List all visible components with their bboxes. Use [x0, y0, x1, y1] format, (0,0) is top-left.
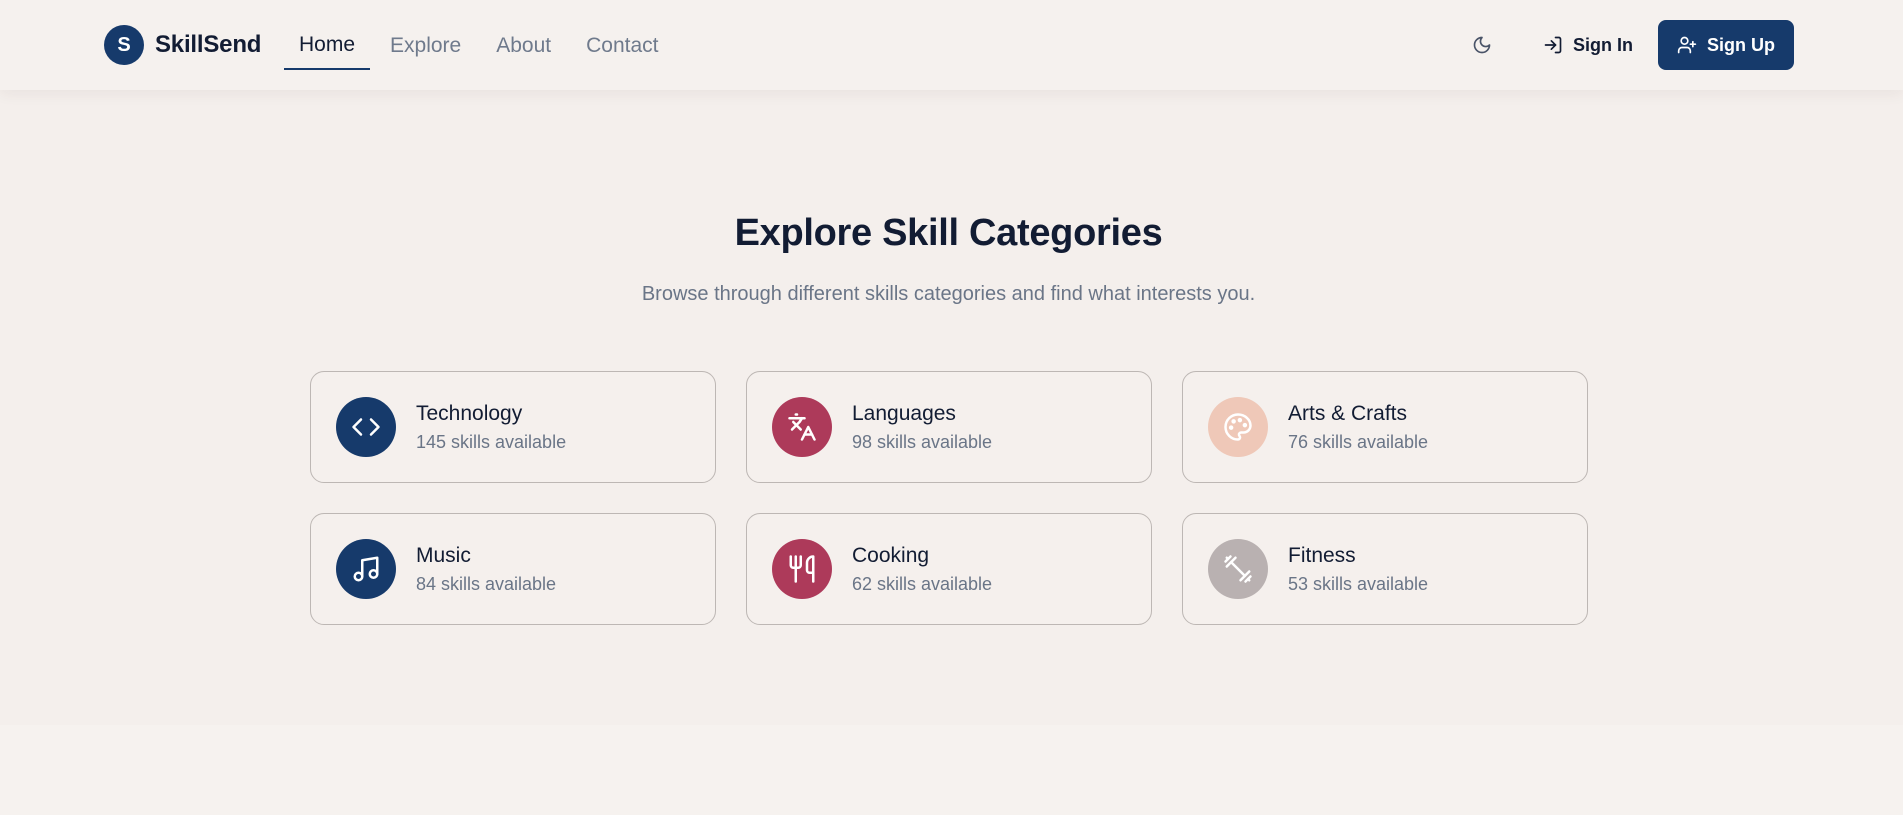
code-icon	[336, 397, 396, 457]
category-count: 76 skills available	[1288, 431, 1429, 452]
category-name: Technology	[416, 401, 523, 425]
palette-icon	[1208, 397, 1268, 457]
category-count: 62 skills available	[852, 573, 993, 594]
category-name: Music	[416, 543, 471, 567]
category-count: 53 skills available	[1288, 573, 1429, 594]
sign-up-label: Sign Up	[1707, 34, 1775, 55]
dumbbell-icon	[1208, 539, 1268, 599]
category-card-arts-crafts[interactable]: Arts & Crafts 76 skills available	[1182, 371, 1588, 483]
brand-logo: S	[104, 25, 144, 65]
section-subtitle: Browse through different skills categori…	[641, 283, 1256, 305]
utensils-icon	[772, 539, 832, 599]
category-count: 145 skills available	[416, 431, 567, 452]
sign-in-label: Sign In	[1573, 34, 1633, 55]
sign-in-button[interactable]: Sign In	[1530, 25, 1646, 65]
nav-link-explore[interactable]: Explore	[375, 22, 476, 70]
category-name: Arts & Crafts	[1288, 401, 1408, 425]
section-title: Explore Skill Categories	[734, 212, 1163, 254]
music-icon	[336, 539, 396, 599]
category-card-technology[interactable]: Technology 145 skills available	[310, 371, 716, 483]
category-card-cooking[interactable]: Cooking 62 skills available	[746, 513, 1152, 625]
moon-icon	[1473, 36, 1491, 54]
user-plus-icon	[1677, 36, 1697, 54]
top-navbar: S SkillSend Home Explore About Contact S…	[0, 0, 1903, 90]
log-in-icon	[1544, 36, 1562, 54]
category-name: Cooking	[852, 543, 930, 567]
sign-up-button[interactable]: Sign Up	[1658, 20, 1794, 70]
translate-icon	[772, 397, 832, 457]
category-card-music[interactable]: Music 84 skills available	[310, 513, 716, 625]
brand[interactable]: S SkillSend	[104, 25, 261, 65]
category-count: 98 skills available	[852, 431, 993, 452]
category-name: Fitness	[1288, 543, 1356, 567]
category-count: 84 skills available	[416, 573, 557, 594]
nav-link-home[interactable]: Home	[284, 22, 371, 70]
nav-link-contact[interactable]: Contact	[571, 22, 673, 70]
theme-toggle-button[interactable]	[1462, 25, 1502, 65]
brand-name: SkillSend	[155, 31, 262, 58]
category-card-fitness[interactable]: Fitness 53 skills available	[1182, 513, 1588, 625]
category-name: Languages	[852, 401, 956, 425]
main-nav: Home Explore About Contact	[284, 22, 679, 70]
category-card-languages[interactable]: Languages 98 skills available	[746, 371, 1152, 483]
nav-link-about[interactable]: About	[481, 22, 566, 70]
